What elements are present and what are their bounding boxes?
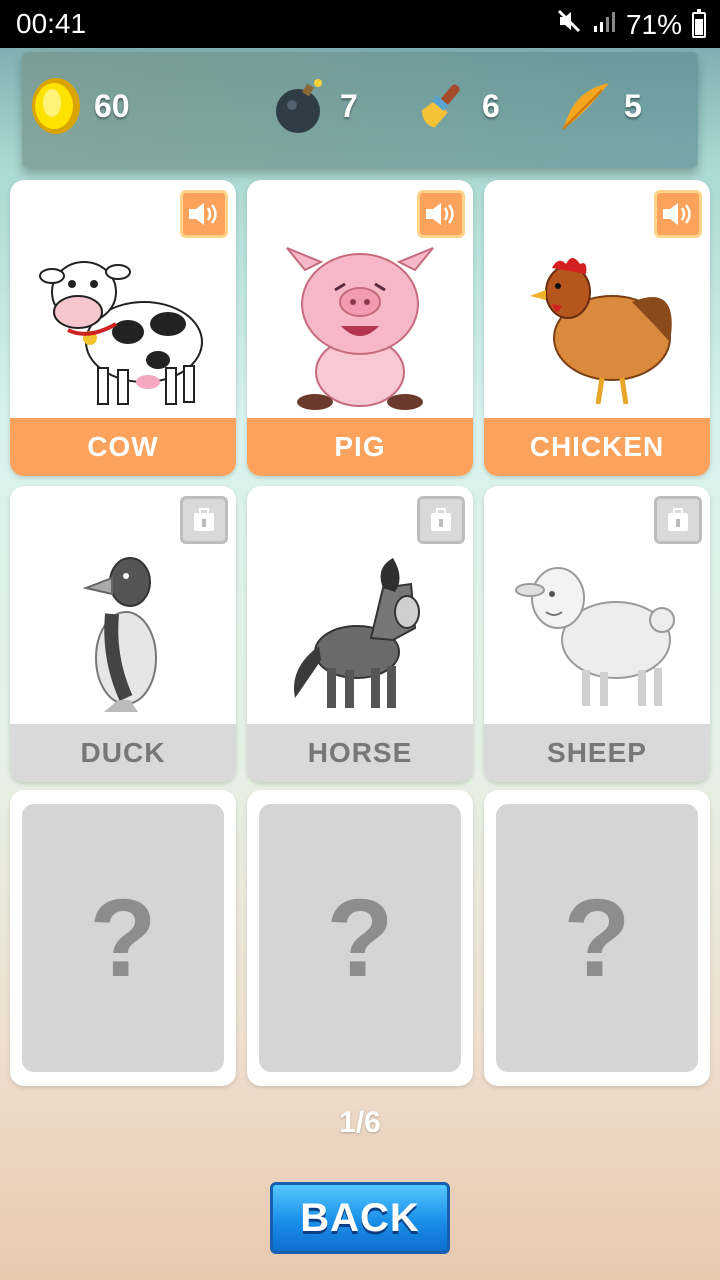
card-sheep[interactable]: SHEEP bbox=[484, 486, 710, 782]
card-label: DUCK bbox=[10, 724, 236, 782]
speaker-icon[interactable] bbox=[180, 190, 228, 238]
sheep-image bbox=[484, 538, 710, 728]
status-icons: 71% bbox=[556, 8, 706, 41]
question-mark-icon: ? bbox=[326, 876, 394, 1000]
signal-icon bbox=[592, 9, 616, 41]
question-mark-icon: ? bbox=[89, 876, 157, 1000]
pig-image bbox=[247, 232, 473, 422]
resource-bar: 60 7 6 5 bbox=[22, 52, 698, 168]
brush-count: 6 bbox=[482, 87, 500, 124]
card-chicken[interactable]: CHICKEN bbox=[484, 180, 710, 476]
back-button[interactable]: BACK bbox=[270, 1182, 450, 1254]
card-cow[interactable]: COW bbox=[10, 180, 236, 476]
feather-counter: 5 bbox=[558, 78, 642, 134]
status-bar: 00:41 71% bbox=[0, 0, 720, 48]
speaker-icon[interactable] bbox=[417, 190, 465, 238]
coin-count: 60 bbox=[94, 87, 130, 124]
card-label: HORSE bbox=[247, 724, 473, 782]
coin-counter: 60 bbox=[28, 78, 130, 134]
lock-icon bbox=[180, 496, 228, 544]
feather-count: 5 bbox=[624, 87, 642, 124]
card-pig[interactable]: PIG bbox=[247, 180, 473, 476]
battery-percent: 71% bbox=[625, 8, 682, 40]
mute-icon bbox=[556, 8, 582, 41]
lock-icon bbox=[417, 496, 465, 544]
card-label: COW bbox=[10, 418, 236, 476]
page-indicator: 1/6 bbox=[339, 1106, 381, 1139]
card-horse[interactable]: HORSE bbox=[247, 486, 473, 782]
mystery-card[interactable]: ? bbox=[247, 790, 473, 1086]
question-mark-icon: ? bbox=[563, 876, 631, 1000]
bomb-icon bbox=[274, 78, 330, 134]
feather-icon bbox=[558, 78, 614, 134]
brush-counter: 6 bbox=[416, 78, 500, 134]
duck-image bbox=[10, 538, 236, 728]
chicken-image bbox=[484, 232, 710, 422]
bomb-count: 7 bbox=[340, 87, 358, 124]
mystery-card[interactable]: ? bbox=[10, 790, 236, 1086]
card-label: PIG bbox=[247, 418, 473, 476]
mystery-card[interactable]: ? bbox=[484, 790, 710, 1086]
brush-icon bbox=[416, 78, 472, 134]
lock-icon bbox=[654, 496, 702, 544]
speaker-icon[interactable] bbox=[654, 190, 702, 238]
coin-icon bbox=[28, 78, 84, 134]
cow-image bbox=[10, 232, 236, 422]
clock: 00:41 bbox=[16, 8, 87, 39]
bomb-counter: 7 bbox=[274, 78, 358, 134]
horse-image bbox=[247, 538, 473, 728]
battery-icon bbox=[692, 8, 706, 38]
card-duck[interactable]: DUCK bbox=[10, 486, 236, 782]
card-label: CHICKEN bbox=[484, 418, 710, 476]
card-label: SHEEP bbox=[484, 724, 710, 782]
